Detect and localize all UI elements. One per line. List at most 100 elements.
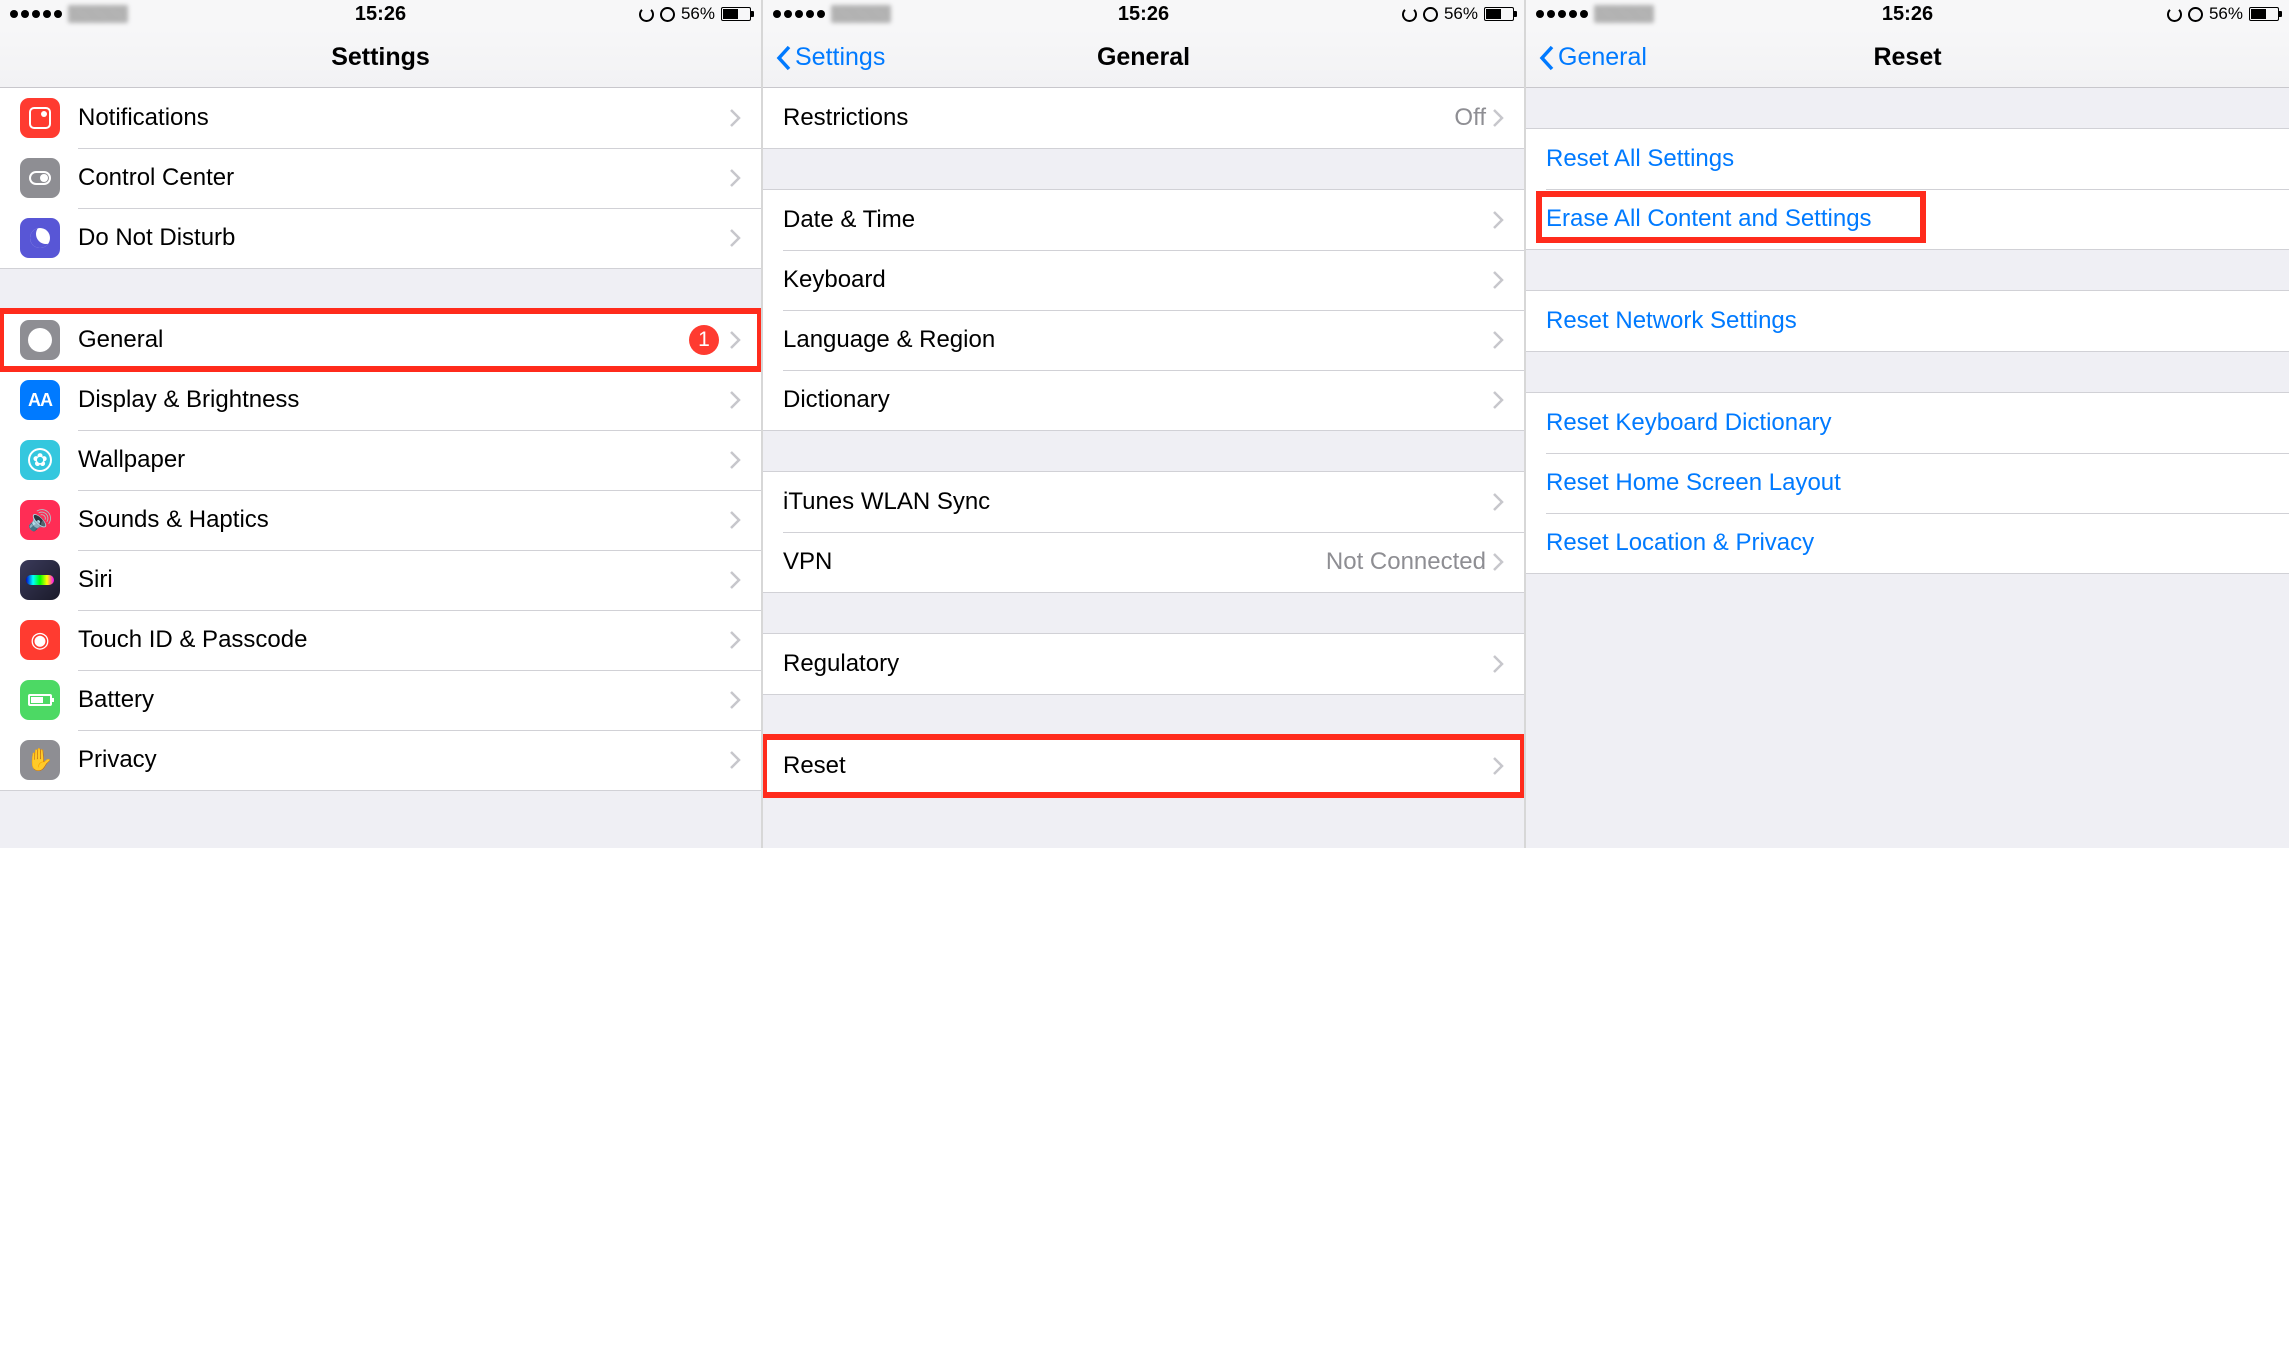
row-label: Reset Location & Privacy <box>1546 529 2269 557</box>
status-bar: 15:26 56% <box>763 0 1524 28</box>
back-button[interactable]: Settings <box>775 43 885 72</box>
general-group-1: Restrictions Off <box>763 88 1524 149</box>
row-erase-all[interactable]: Erase All Content and Settings <box>1526 189 2289 249</box>
status-left <box>1536 5 1654 23</box>
chevron-right-icon <box>1492 210 1504 230</box>
row-value: Not Connected <box>1326 548 1486 576</box>
page-title: Settings <box>331 43 430 72</box>
chevron-right-icon <box>1492 756 1504 776</box>
screen-general: 15:26 56% Settings General Restrictions … <box>763 0 1526 848</box>
row-label: Siri <box>78 566 729 594</box>
row-label: Reset Network Settings <box>1546 307 2269 335</box>
orientation-lock-icon <box>2167 7 2182 22</box>
general-group-2: Date & Time Keyboard Language & Region D… <box>763 189 1524 431</box>
back-label: General <box>1558 43 1647 72</box>
chevron-right-icon <box>729 108 741 128</box>
row-label: Reset All Settings <box>1546 145 2269 173</box>
reset-group-1: Reset All Settings Erase All Content and… <box>1526 128 2289 250</box>
back-button[interactable]: General <box>1538 43 1647 72</box>
chevron-right-icon <box>729 690 741 710</box>
row-wallpaper[interactable]: Wallpaper <box>0 430 761 490</box>
row-dictionary[interactable]: Dictionary <box>763 370 1524 430</box>
status-bar: 15:26 56% <box>1526 0 2289 28</box>
row-control-center[interactable]: Control Center <box>0 148 761 208</box>
row-touchid[interactable]: ◉ Touch ID & Passcode <box>0 610 761 670</box>
signal-dots-icon <box>773 10 825 18</box>
general-group-4: Regulatory <box>763 633 1524 695</box>
chevron-right-icon <box>729 750 741 770</box>
row-keyboard[interactable]: Keyboard <box>763 250 1524 310</box>
row-vpn[interactable]: VPN Not Connected <box>763 532 1524 592</box>
row-label: VPN <box>783 548 1326 576</box>
content[interactable]: Reset All Settings Erase All Content and… <box>1526 88 2289 848</box>
row-reset-location-privacy[interactable]: Reset Location & Privacy <box>1526 513 2289 573</box>
status-left <box>10 5 128 23</box>
carrier-blur <box>1594 5 1654 23</box>
page-title: Reset <box>1873 43 1941 72</box>
alarm-icon <box>660 7 675 22</box>
chevron-right-icon <box>729 510 741 530</box>
status-left <box>773 5 891 23</box>
row-sounds[interactable]: 🔊 Sounds & Haptics <box>0 490 761 550</box>
row-language-region[interactable]: Language & Region <box>763 310 1524 370</box>
wallpaper-icon <box>20 440 60 480</box>
row-label: Sounds & Haptics <box>78 506 729 534</box>
row-label: Control Center <box>78 164 729 192</box>
battery-icon <box>721 7 751 21</box>
row-itunes-sync[interactable]: iTunes WLAN Sync <box>763 472 1524 532</box>
row-label: Date & Time <box>783 206 1492 234</box>
row-privacy[interactable]: ✋ Privacy <box>0 730 761 790</box>
reset-group-2: Reset Network Settings <box>1526 290 2289 352</box>
display-icon: AA <box>20 380 60 420</box>
carrier-blur <box>68 5 128 23</box>
row-reset-home-layout[interactable]: Reset Home Screen Layout <box>1526 453 2289 513</box>
row-regulatory[interactable]: Regulatory <box>763 634 1524 694</box>
nav-bar: Settings General <box>763 28 1524 88</box>
settings-group-1: Notifications Control Center Do Not Dist… <box>0 88 761 269</box>
row-label: Keyboard <box>783 266 1492 294</box>
row-notifications[interactable]: Notifications <box>0 88 761 148</box>
row-dnd[interactable]: Do Not Disturb <box>0 208 761 268</box>
dnd-icon <box>20 218 60 258</box>
chevron-right-icon <box>729 450 741 470</box>
triptych-container: 15:26 56% Settings Notifications <box>0 0 2289 848</box>
general-icon <box>20 320 60 360</box>
status-right: 56% <box>2167 4 2279 24</box>
chevron-right-icon <box>729 228 741 248</box>
siri-icon <box>20 560 60 600</box>
orientation-lock-icon <box>1402 7 1417 22</box>
row-reset-keyboard-dict[interactable]: Reset Keyboard Dictionary <box>1526 393 2289 453</box>
chevron-right-icon <box>1492 654 1504 674</box>
battery-icon <box>2249 7 2279 21</box>
row-display[interactable]: AA Display & Brightness <box>0 370 761 430</box>
status-right: 56% <box>1402 4 1514 24</box>
status-right: 56% <box>639 4 751 24</box>
row-label: Notifications <box>78 104 729 132</box>
content[interactable]: Notifications Control Center Do Not Dist… <box>0 88 761 848</box>
row-label: General <box>78 326 689 354</box>
alarm-icon <box>2188 7 2203 22</box>
chevron-right-icon <box>729 330 741 350</box>
notifications-icon <box>20 98 60 138</box>
orientation-lock-icon <box>639 7 654 22</box>
battery-pct: 56% <box>1444 4 1478 24</box>
row-reset[interactable]: Reset <box>763 736 1524 796</box>
reset-group-3: Reset Keyboard Dictionary Reset Home Scr… <box>1526 392 2289 574</box>
chevron-right-icon <box>729 168 741 188</box>
row-general[interactable]: General 1 <box>0 310 761 370</box>
screen-reset: 15:26 56% General Reset Reset All Settin… <box>1526 0 2289 848</box>
status-time: 15:26 <box>355 3 406 26</box>
row-date-time[interactable]: Date & Time <box>763 190 1524 250</box>
row-label: Dictionary <box>783 386 1492 414</box>
row-label: Reset Keyboard Dictionary <box>1546 409 2269 437</box>
row-label: Display & Brightness <box>78 386 729 414</box>
row-restrictions[interactable]: Restrictions Off <box>763 88 1524 148</box>
row-reset-network[interactable]: Reset Network Settings <box>1526 291 2289 351</box>
content[interactable]: Restrictions Off Date & Time Keyboard La… <box>763 88 1524 848</box>
row-reset-all-settings[interactable]: Reset All Settings <box>1526 129 2289 189</box>
row-label: Wallpaper <box>78 446 729 474</box>
row-siri[interactable]: Siri <box>0 550 761 610</box>
chevron-right-icon <box>1492 390 1504 410</box>
row-battery[interactable]: Battery <box>0 670 761 730</box>
row-label: Reset Home Screen Layout <box>1546 469 2269 497</box>
